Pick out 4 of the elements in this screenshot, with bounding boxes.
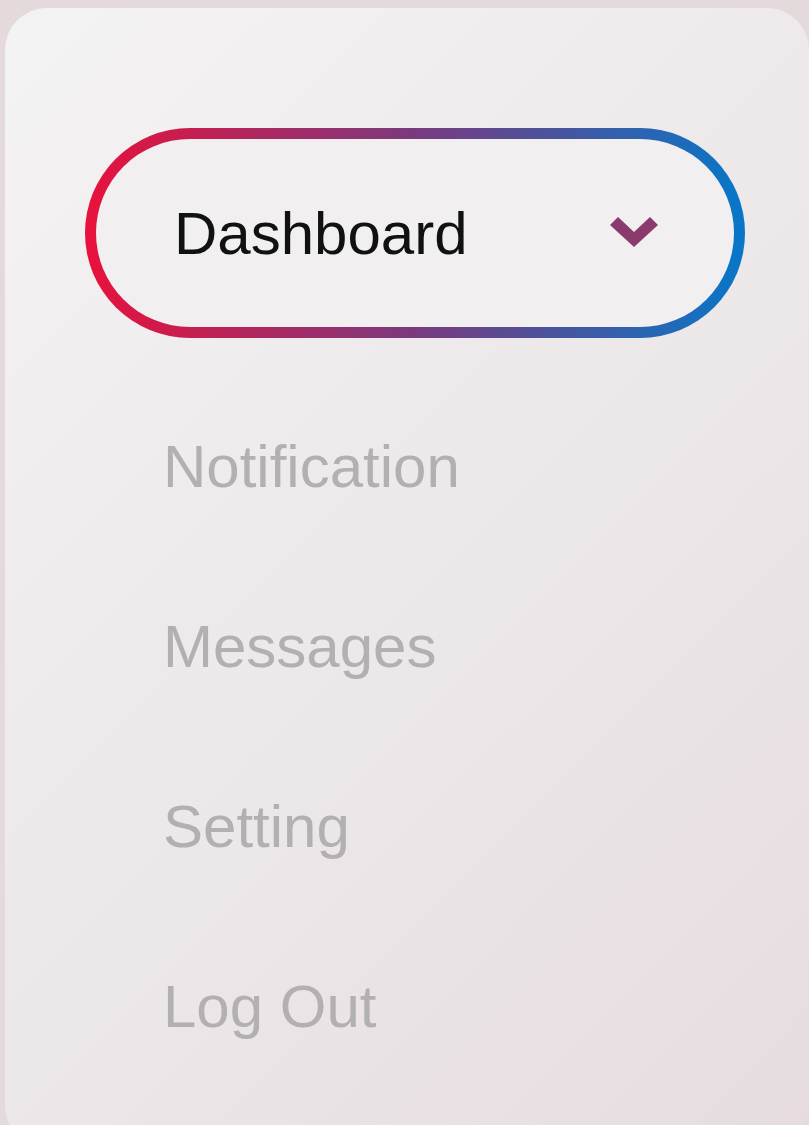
menu-item[interactable]: Notification xyxy=(85,376,745,556)
menu-item[interactable]: Log Out xyxy=(85,916,745,1096)
menu-item[interactable]: Setting xyxy=(85,736,745,916)
menu-item[interactable]: Messages xyxy=(85,556,745,736)
